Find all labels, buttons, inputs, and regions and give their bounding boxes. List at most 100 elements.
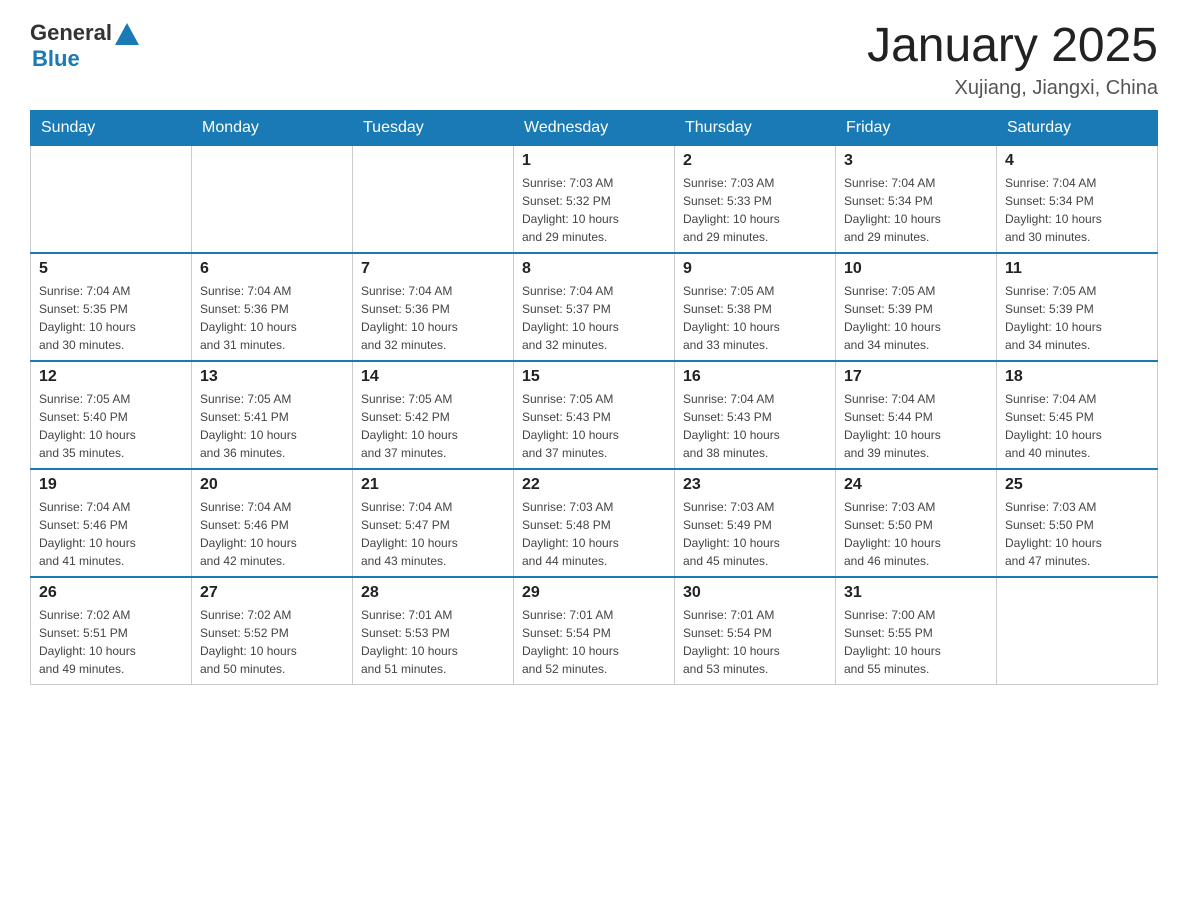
calendar-cell: 19 Sunrise: 7:04 AM Sunset: 5:46 PM Dayli… bbox=[31, 469, 192, 577]
calendar-cell: 24 Sunrise: 7:03 AM Sunset: 5:50 PM Dayli… bbox=[836, 469, 997, 577]
calendar-cell bbox=[31, 145, 192, 253]
day-info: Sunrise: 7:05 AM Sunset: 5:39 PM Dayligh… bbox=[844, 282, 988, 354]
calendar-cell: 1Sunrise: 7:03 AM Sunset: 5:32 PM Daylig… bbox=[514, 145, 675, 253]
calendar-cell: 16Sunrise: 7:04 AM Sunset: 5:43 PM Dayli… bbox=[675, 361, 836, 469]
calendar-cell: 21 Sunrise: 7:04 AM Sunset: 5:47 PM Dayli… bbox=[353, 469, 514, 577]
day-number: 22 bbox=[522, 476, 666, 494]
calendar-table: SundayMondayTuesdayWednesdayThursdayFrid… bbox=[30, 110, 1158, 685]
day-info: Sunrise: 7:04 AM Sunset: 5:36 PM Dayligh… bbox=[361, 282, 505, 354]
day-info: Sunrise: 7:02 AM Sunset: 5:52 PM Dayligh… bbox=[200, 606, 344, 678]
calendar-cell: 6 Sunrise: 7:04 AM Sunset: 5:36 PM Daylig… bbox=[192, 253, 353, 361]
calendar-cell: 5Sunrise: 7:04 AM Sunset: 5:35 PM Daylig… bbox=[31, 253, 192, 361]
calendar-cell: 30 Sunrise: 7:01 AM Sunset: 5:54 PM Dayli… bbox=[675, 577, 836, 685]
calendar-cell: 10 Sunrise: 7:05 AM Sunset: 5:39 PM Dayli… bbox=[836, 253, 997, 361]
day-info: Sunrise: 7:03 AM Sunset: 5:50 PM Dayligh… bbox=[844, 498, 988, 570]
calendar-cell bbox=[192, 145, 353, 253]
calendar-cell: 2Sunrise: 7:03 AM Sunset: 5:33 PM Daylig… bbox=[675, 145, 836, 253]
day-info: Sunrise: 7:04 AM Sunset: 5:36 PM Dayligh… bbox=[200, 282, 344, 354]
day-number: 15 bbox=[522, 368, 666, 386]
header-wednesday: Wednesday bbox=[514, 110, 675, 145]
day-info: Sunrise: 7:04 AM Sunset: 5:45 PM Dayligh… bbox=[1005, 390, 1149, 462]
day-info: Sunrise: 7:05 AM Sunset: 5:43 PM Dayligh… bbox=[522, 390, 666, 462]
day-number: 14 bbox=[361, 368, 505, 386]
day-info: Sunrise: 7:05 AM Sunset: 5:42 PM Dayligh… bbox=[361, 390, 505, 462]
day-info: Sunrise: 7:03 AM Sunset: 5:48 PM Dayligh… bbox=[522, 498, 666, 570]
header-saturday: Saturday bbox=[997, 110, 1158, 145]
header-sunday: Sunday bbox=[31, 110, 192, 145]
calendar-cell: 14 Sunrise: 7:05 AM Sunset: 5:42 PM Dayli… bbox=[353, 361, 514, 469]
calendar-cell: 27Sunrise: 7:02 AM Sunset: 5:52 PM Dayli… bbox=[192, 577, 353, 685]
page-header: General Blue January 2025 Xujiang, Jiang… bbox=[30, 20, 1158, 100]
day-info: Sunrise: 7:05 AM Sunset: 5:40 PM Dayligh… bbox=[39, 390, 183, 462]
day-number: 11 bbox=[1005, 260, 1149, 278]
day-info: Sunrise: 7:02 AM Sunset: 5:51 PM Dayligh… bbox=[39, 606, 183, 678]
day-number: 25 bbox=[1005, 476, 1149, 494]
day-number: 16 bbox=[683, 368, 827, 386]
day-number: 2 bbox=[683, 152, 827, 170]
calendar-cell: 26Sunrise: 7:02 AM Sunset: 5:51 PM Dayli… bbox=[31, 577, 192, 685]
day-info: Sunrise: 7:04 AM Sunset: 5:44 PM Dayligh… bbox=[844, 390, 988, 462]
logo-blue-text: Blue bbox=[32, 46, 80, 72]
day-info: Sunrise: 7:04 AM Sunset: 5:47 PM Dayligh… bbox=[361, 498, 505, 570]
day-info: Sunrise: 7:05 AM Sunset: 5:38 PM Dayligh… bbox=[683, 282, 827, 354]
calendar-cell: 8 Sunrise: 7:04 AM Sunset: 5:37 PM Daylig… bbox=[514, 253, 675, 361]
day-number: 18 bbox=[1005, 368, 1149, 386]
calendar-cell: 4Sunrise: 7:04 AM Sunset: 5:34 PM Daylig… bbox=[997, 145, 1158, 253]
title-section: January 2025 Xujiang, Jiangxi, China bbox=[867, 20, 1158, 100]
calendar-week-row: 26Sunrise: 7:02 AM Sunset: 5:51 PM Dayli… bbox=[31, 577, 1158, 685]
calendar-cell: 15 Sunrise: 7:05 AM Sunset: 5:43 PM Dayli… bbox=[514, 361, 675, 469]
day-number: 6 bbox=[200, 260, 344, 278]
calendar-cell: 28Sunrise: 7:01 AM Sunset: 5:53 PM Dayli… bbox=[353, 577, 514, 685]
day-number: 3 bbox=[844, 152, 988, 170]
calendar-cell: 11 Sunrise: 7:05 AM Sunset: 5:39 PM Dayli… bbox=[997, 253, 1158, 361]
day-number: 19 bbox=[39, 476, 183, 494]
calendar-cell: 12Sunrise: 7:05 AM Sunset: 5:40 PM Dayli… bbox=[31, 361, 192, 469]
calendar-cell: 17 Sunrise: 7:04 AM Sunset: 5:44 PM Dayli… bbox=[836, 361, 997, 469]
calendar-cell: 7 Sunrise: 7:04 AM Sunset: 5:36 PM Daylig… bbox=[353, 253, 514, 361]
day-info: Sunrise: 7:03 AM Sunset: 5:49 PM Dayligh… bbox=[683, 498, 827, 570]
day-info: Sunrise: 7:01 AM Sunset: 5:54 PM Dayligh… bbox=[683, 606, 827, 678]
day-info: Sunrise: 7:04 AM Sunset: 5:34 PM Dayligh… bbox=[844, 174, 988, 246]
calendar-header-row: SundayMondayTuesdayWednesdayThursdayFrid… bbox=[31, 110, 1158, 145]
day-info: Sunrise: 7:04 AM Sunset: 5:37 PM Dayligh… bbox=[522, 282, 666, 354]
header-friday: Friday bbox=[836, 110, 997, 145]
day-number: 21 bbox=[361, 476, 505, 494]
day-number: 30 bbox=[683, 584, 827, 602]
day-number: 31 bbox=[844, 584, 988, 602]
day-number: 29 bbox=[522, 584, 666, 602]
day-number: 24 bbox=[844, 476, 988, 494]
day-info: Sunrise: 7:00 AM Sunset: 5:55 PM Dayligh… bbox=[844, 606, 988, 678]
day-info: Sunrise: 7:03 AM Sunset: 5:50 PM Dayligh… bbox=[1005, 498, 1149, 570]
calendar-cell: 22 Sunrise: 7:03 AM Sunset: 5:48 PM Dayli… bbox=[514, 469, 675, 577]
calendar-cell: 29 Sunrise: 7:01 AM Sunset: 5:54 PM Dayli… bbox=[514, 577, 675, 685]
header-monday: Monday bbox=[192, 110, 353, 145]
day-info: Sunrise: 7:05 AM Sunset: 5:39 PM Dayligh… bbox=[1005, 282, 1149, 354]
day-number: 17 bbox=[844, 368, 988, 386]
day-number: 13 bbox=[200, 368, 344, 386]
calendar-cell bbox=[353, 145, 514, 253]
calendar-title: January 2025 bbox=[867, 20, 1158, 73]
logo-triangle-icon bbox=[115, 23, 139, 45]
calendar-cell: 3 Sunrise: 7:04 AM Sunset: 5:34 PM Daylig… bbox=[836, 145, 997, 253]
day-number: 8 bbox=[522, 260, 666, 278]
day-number: 7 bbox=[361, 260, 505, 278]
calendar-week-row: 1Sunrise: 7:03 AM Sunset: 5:32 PM Daylig… bbox=[31, 145, 1158, 253]
calendar-week-row: 12Sunrise: 7:05 AM Sunset: 5:40 PM Dayli… bbox=[31, 361, 1158, 469]
day-number: 1 bbox=[522, 152, 666, 170]
day-info: Sunrise: 7:05 AM Sunset: 5:41 PM Dayligh… bbox=[200, 390, 344, 462]
logo: General Blue bbox=[30, 20, 139, 72]
calendar-week-row: 5Sunrise: 7:04 AM Sunset: 5:35 PM Daylig… bbox=[31, 253, 1158, 361]
calendar-cell: 13 Sunrise: 7:05 AM Sunset: 5:41 PM Dayli… bbox=[192, 361, 353, 469]
calendar-cell: 20Sunrise: 7:04 AM Sunset: 5:46 PM Dayli… bbox=[192, 469, 353, 577]
day-info: Sunrise: 7:04 AM Sunset: 5:46 PM Dayligh… bbox=[39, 498, 183, 570]
day-info: Sunrise: 7:04 AM Sunset: 5:35 PM Dayligh… bbox=[39, 282, 183, 354]
day-number: 4 bbox=[1005, 152, 1149, 170]
day-number: 28 bbox=[361, 584, 505, 602]
calendar-cell bbox=[997, 577, 1158, 685]
day-number: 10 bbox=[844, 260, 988, 278]
calendar-cell: 9Sunrise: 7:05 AM Sunset: 5:38 PM Daylig… bbox=[675, 253, 836, 361]
day-info: Sunrise: 7:01 AM Sunset: 5:54 PM Dayligh… bbox=[522, 606, 666, 678]
calendar-week-row: 19 Sunrise: 7:04 AM Sunset: 5:46 PM Dayli… bbox=[31, 469, 1158, 577]
calendar-cell: 31 Sunrise: 7:00 AM Sunset: 5:55 PM Dayli… bbox=[836, 577, 997, 685]
day-number: 23 bbox=[683, 476, 827, 494]
